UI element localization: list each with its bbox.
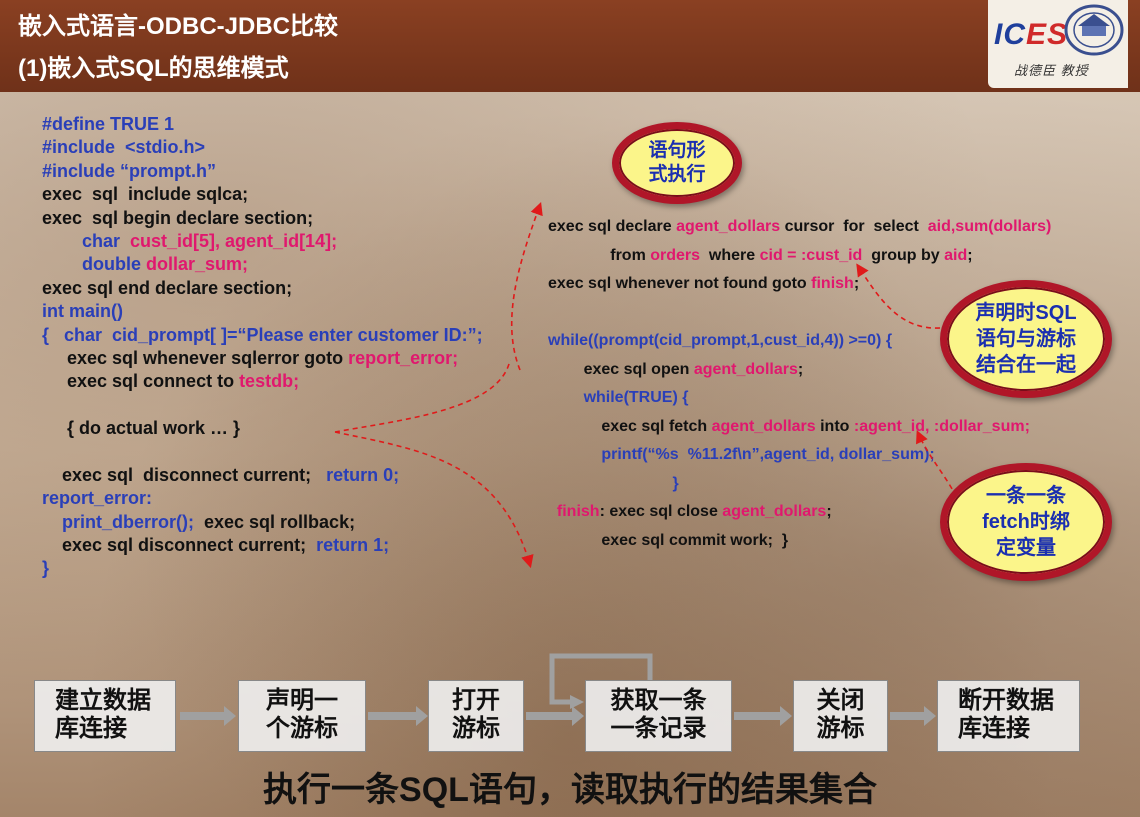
flow-step-connect: 建立数据 库连接 — [34, 680, 176, 752]
flow-step-disconnect: 断开数据 库连接 — [937, 680, 1080, 752]
arrow-work-up — [334, 359, 511, 433]
flow-step-fetch: 获取一条 一条记录 — [585, 680, 732, 752]
slide-caption: 执行一条SQL语句，读取执行的结果集合 — [263, 771, 877, 809]
arrow-to-declare — [510, 201, 543, 371]
arrow-bubble2-to-custid — [856, 263, 941, 329]
bubble-fetch-binding: 一条一条 fetch时绑 定变量 — [940, 463, 1112, 581]
bubble-declare-cursor: 声明时SQL 语句与游标 结合在一起 — [940, 280, 1112, 398]
flow-step-close: 关闭 游标 — [793, 680, 888, 752]
flow-step-declare: 声明一 个游标 — [238, 680, 366, 752]
arrow-work-down — [334, 431, 534, 569]
bubble-statement-execution: 语句形 式执行 — [612, 122, 742, 204]
flow-step-open: 打开 游标 — [428, 680, 524, 752]
